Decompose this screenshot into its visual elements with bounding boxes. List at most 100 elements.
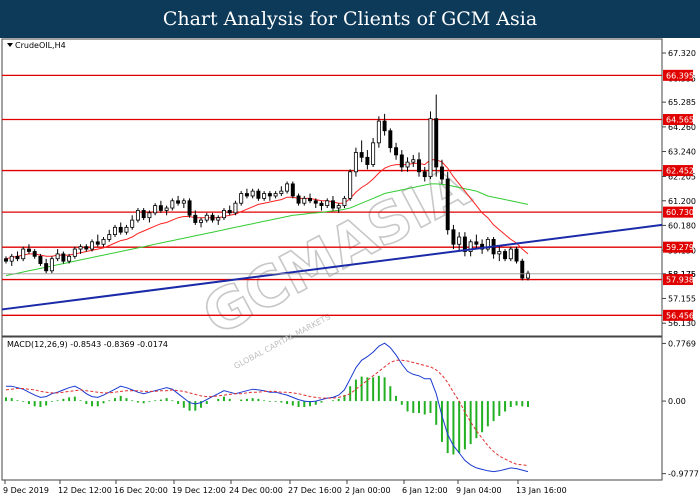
candle-body: [520, 260, 525, 279]
candle-body: [285, 183, 290, 192]
candle: [520, 258, 525, 281]
candle: [44, 258, 49, 274]
candle: [21, 246, 26, 262]
candle: [222, 208, 226, 221]
candle: [113, 224, 117, 237]
candle-body: [342, 197, 347, 207]
candle: [376, 116, 381, 148]
candle-body: [95, 241, 100, 245]
level-label: 60.730: [666, 208, 694, 217]
price-panel-frame: [1, 38, 663, 337]
candle-body: [72, 248, 77, 257]
candle: [141, 208, 146, 221]
candle: [244, 188, 249, 199]
candle-body: [113, 226, 117, 235]
candle: [158, 200, 163, 213]
candle: [15, 251, 20, 262]
candle-body: [15, 255, 20, 260]
candle: [9, 253, 14, 266]
candle: [72, 246, 77, 259]
candle-body: [199, 219, 204, 223]
candle: [187, 198, 192, 218]
symbol-dropdown-icon[interactable]: [7, 43, 13, 47]
candle: [250, 188, 255, 199]
candle-body: [9, 255, 14, 262]
page-title: Chart Analysis for Clients of GCM Asia: [0, 0, 700, 38]
chart-area: GCMASIA GLOBAL CAPITAL MARKETS CrudeOIL,…: [1, 38, 699, 495]
time-tick-label: 2 Jan 00:00: [345, 486, 391, 495]
candle-body: [503, 251, 508, 260]
candle: [233, 200, 238, 216]
candle-body: [4, 258, 8, 262]
candle: [61, 251, 66, 264]
candle: [353, 147, 358, 177]
price-tick-label: 65.285: [668, 98, 696, 107]
candle: [342, 195, 347, 209]
candle: [199, 217, 204, 228]
time-axis-labels: 9 Dec 2019 12 Dec 12:00 16 Dec 20:00 19 Dec…: [3, 480, 567, 495]
candle-body: [124, 226, 129, 233]
candle: [359, 140, 364, 163]
time-tick-label: 6 Jan 12:00: [402, 486, 448, 495]
candle: [388, 128, 393, 153]
candle: [164, 205, 169, 216]
candle: [503, 249, 508, 262]
candle: [457, 232, 462, 252]
candle: [153, 203, 158, 216]
candle: [285, 181, 290, 194]
candle-body: [130, 219, 135, 228]
candle: [273, 191, 278, 199]
candle: [405, 157, 410, 172]
candle: [239, 191, 244, 206]
level-label: 57.938: [666, 276, 694, 285]
candle-body: [101, 239, 106, 245]
candle: [325, 198, 330, 209]
candle-body: [32, 251, 37, 257]
price-tick-label: 60.180: [668, 221, 696, 230]
candle-body: [365, 156, 370, 165]
candle-body: [308, 197, 312, 202]
candle-body: [382, 120, 387, 132]
level-label: 59.279: [666, 243, 694, 252]
candle: [32, 249, 37, 259]
macd-tick-label: 0.7769: [668, 339, 696, 348]
time-tick-label: 12 Dec 12:00: [58, 486, 112, 495]
candle-body: [67, 255, 72, 262]
candle-body: [26, 248, 31, 252]
price-tick-label: 57.155: [668, 294, 696, 303]
candle: [262, 191, 267, 201]
candle-body: [204, 214, 209, 221]
candle-body: [405, 161, 410, 168]
candle: [336, 203, 341, 213]
candle-body: [267, 193, 272, 197]
candle-body: [330, 200, 335, 209]
candle-body: [273, 193, 278, 197]
candle-body: [422, 171, 427, 178]
candle-body: [158, 205, 163, 211]
candle: [124, 224, 129, 235]
candle-body: [181, 200, 186, 204]
symbol-label: CrudeOIL,H4: [15, 41, 66, 50]
price-axis-ticks: 67.32065.28564.26063.24062.20561.20060.1…: [662, 49, 696, 328]
macd-panel-frame: [1, 336, 663, 481]
candle-body: [227, 210, 232, 214]
candle: [204, 212, 209, 223]
candle: [308, 193, 312, 204]
candle: [176, 195, 181, 206]
candle-body: [118, 226, 123, 233]
candle-body: [244, 193, 249, 197]
chart-screenshot: Chart Analysis for Clients of GCM Asia G…: [0, 0, 700, 500]
candle-body: [147, 212, 152, 219]
candle-body: [49, 258, 54, 272]
candle: [330, 195, 335, 211]
candle-body: [439, 166, 444, 180]
level-labels: 66.395 64.565 62.452 60.730 59.279 57.938 56.4…: [663, 69, 694, 321]
candle-body: [376, 120, 381, 144]
candle-body: [107, 234, 112, 240]
candle-body: [313, 200, 318, 204]
candle: [451, 224, 456, 250]
candle-body: [21, 248, 26, 260]
candle-body: [296, 195, 301, 204]
support-resistance-levels: [2, 74, 662, 316]
candle-body: [353, 152, 358, 173]
